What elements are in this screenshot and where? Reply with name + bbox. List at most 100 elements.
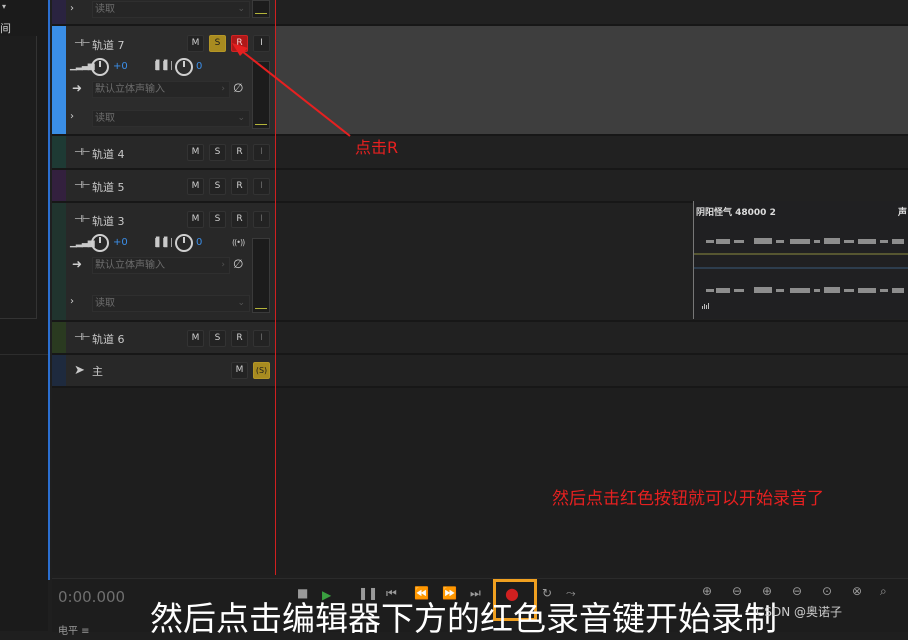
track-color-bar: [52, 170, 66, 201]
volume-knob[interactable]: [91, 234, 109, 252]
volume-knob[interactable]: [91, 58, 109, 76]
zoom-out-time-icon[interactable]: ⊖: [792, 584, 802, 598]
input-dropdown[interactable]: 默认立体声输入 ›: [92, 81, 230, 98]
track-name[interactable]: 轨道 5: [92, 179, 125, 195]
zoom-selection-icon[interactable]: ⊗: [852, 584, 862, 598]
track-color-bar: [52, 26, 66, 134]
track-lane[interactable]: [276, 322, 908, 353]
timecode-display[interactable]: 0:00.000: [58, 588, 125, 606]
track-color-bar: [52, 322, 66, 353]
input-dropdown[interactable]: 默认立体声输入 ›: [92, 257, 230, 274]
dropdown-value: 读取: [95, 298, 115, 309]
annotation-click-r: 点击R: [355, 138, 399, 157]
automation-mode-dropdown[interactable]: 读取 ⌄: [92, 110, 250, 127]
input-arrow-icon: ➜: [72, 81, 83, 95]
video-subtitle: 然后点击编辑器下方的红色录音键开始录制: [150, 599, 777, 638]
waveform-icon: ⊣⊢: [74, 332, 90, 343]
record-arm-button[interactable]: R: [231, 178, 248, 195]
chevron-down-icon: ⌄: [237, 4, 245, 14]
phase-invert-icon[interactable]: ∅: [233, 257, 247, 271]
track-name[interactable]: 轨道 4: [92, 146, 125, 162]
pan-value[interactable]: 0: [196, 61, 202, 72]
input-arrow-icon: ➜: [72, 257, 83, 271]
dropdown-value: 默认立体声输入: [95, 84, 165, 95]
track-6: ⊣⊢ 轨道 6 M S R I: [52, 322, 908, 355]
automation-mode-dropdown[interactable]: 读取 ⌄: [92, 295, 250, 312]
expand-chevron-icon[interactable]: ›: [70, 111, 74, 122]
monitor-broadcast-icon[interactable]: ((•)): [232, 238, 245, 247]
track-name[interactable]: 轨道 7: [92, 37, 125, 53]
pan-knob[interactable]: [175, 234, 193, 252]
track-color-bar: [52, 136, 66, 168]
zoom-tracks-icon[interactable]: ⌕: [880, 584, 887, 599]
track-header: › 读取 ⌄: [52, 0, 276, 24]
track-lane[interactable]: [276, 355, 908, 386]
chevron-right-icon: ›: [221, 84, 225, 94]
track-partial: › 读取 ⌄: [52, 0, 908, 26]
input-monitor-button[interactable]: I: [253, 178, 270, 195]
track-color-bar: [52, 203, 66, 320]
mute-button[interactable]: M: [187, 330, 204, 347]
dropdown-value: 读取: [95, 4, 115, 15]
waveform-icon: ⊣⊢: [74, 38, 90, 49]
track-header[interactable]: ⊣⊢ 轨道 6 M S R I: [52, 322, 276, 353]
pan-knob[interactable]: [175, 58, 193, 76]
mute-button[interactable]: M: [187, 35, 204, 52]
files-list: [0, 36, 37, 319]
pan-icon: |▌|▌|: [154, 238, 173, 248]
mute-button[interactable]: M: [187, 178, 204, 195]
waveform-icon: ⊣⊢: [74, 180, 90, 191]
solo-button[interactable]: S: [209, 144, 226, 161]
panel-focus-line: [48, 0, 50, 580]
mute-button[interactable]: M: [231, 362, 248, 379]
record-arm-button[interactable]: R: [231, 144, 248, 161]
track-7: ⊣⊢ 轨道 7 M S R I ▁▂▃▅ +0 |▌|▌| 0 ➜ 默认立体声输…: [52, 26, 908, 136]
solo-safe-button[interactable]: (S): [253, 362, 270, 379]
record-arm-button[interactable]: R: [231, 211, 248, 228]
annotation-arrow: [232, 43, 351, 137]
solo-button[interactable]: S: [209, 35, 226, 52]
master-bus-icon: ➤: [74, 363, 85, 378]
chevron-right-icon: ›: [221, 260, 225, 270]
zoom-full-icon[interactable]: ⊙: [822, 584, 832, 598]
track-name[interactable]: 轨道 3: [92, 213, 125, 229]
level-meter: [252, 238, 270, 313]
track-lane[interactable]: [276, 0, 908, 24]
expand-chevron-icon[interactable]: ›: [70, 3, 74, 14]
input-monitor-button[interactable]: I: [253, 211, 270, 228]
dropdown-value: 默认立体声输入: [95, 260, 165, 271]
waveform-icon: ⊣⊢: [74, 214, 90, 225]
track-lane[interactable]: [276, 26, 908, 134]
watermark: CSDN @奥诺子: [756, 605, 843, 619]
solo-button[interactable]: S: [209, 211, 226, 228]
volume-value[interactable]: +0: [113, 61, 128, 72]
clip-waveform: [694, 238, 908, 309]
input-monitor-button[interactable]: I: [253, 330, 270, 347]
automation-mode-dropdown[interactable]: 读取 ⌄: [92, 1, 250, 18]
mute-button[interactable]: M: [187, 211, 204, 228]
track-5: ⊣⊢ 轨道 5 M S R I: [52, 170, 908, 203]
input-monitor-button[interactable]: I: [253, 144, 270, 161]
solo-button[interactable]: S: [209, 178, 226, 195]
pan-icon: |▌|▌|: [154, 61, 173, 71]
track-header[interactable]: ➤ 主 M (S): [52, 355, 276, 386]
track-name[interactable]: 主: [92, 363, 103, 379]
master-track: ➤ 主 M (S): [52, 355, 908, 388]
level-meter: [252, 0, 270, 18]
track-name[interactable]: 轨道 6: [92, 331, 125, 347]
panel-caret-icon[interactable]: ▾: [2, 2, 6, 11]
track-header[interactable]: ⊣⊢ 轨道 4 M S R I: [52, 136, 276, 168]
waveform-icon: ⊣⊢: [74, 147, 90, 158]
track-lane[interactable]: [276, 170, 908, 201]
record-arm-button[interactable]: R: [231, 330, 248, 347]
volume-value[interactable]: +0: [113, 237, 128, 248]
chevron-down-icon: ⌄: [237, 298, 245, 308]
solo-button[interactable]: S: [209, 330, 226, 347]
track-header[interactable]: ⊣⊢ 轨道 3 M S R I ▁▂▃▅ +0 |▌|▌| 0 ((•)) ➜ …: [52, 203, 276, 320]
pan-value[interactable]: 0: [196, 237, 202, 248]
panel-divider: [0, 318, 48, 355]
expand-chevron-icon[interactable]: ›: [70, 296, 74, 307]
panel-column-label: 间: [0, 22, 11, 35]
mute-button[interactable]: M: [187, 144, 204, 161]
track-header[interactable]: ⊣⊢ 轨道 5 M S R I: [52, 170, 276, 201]
